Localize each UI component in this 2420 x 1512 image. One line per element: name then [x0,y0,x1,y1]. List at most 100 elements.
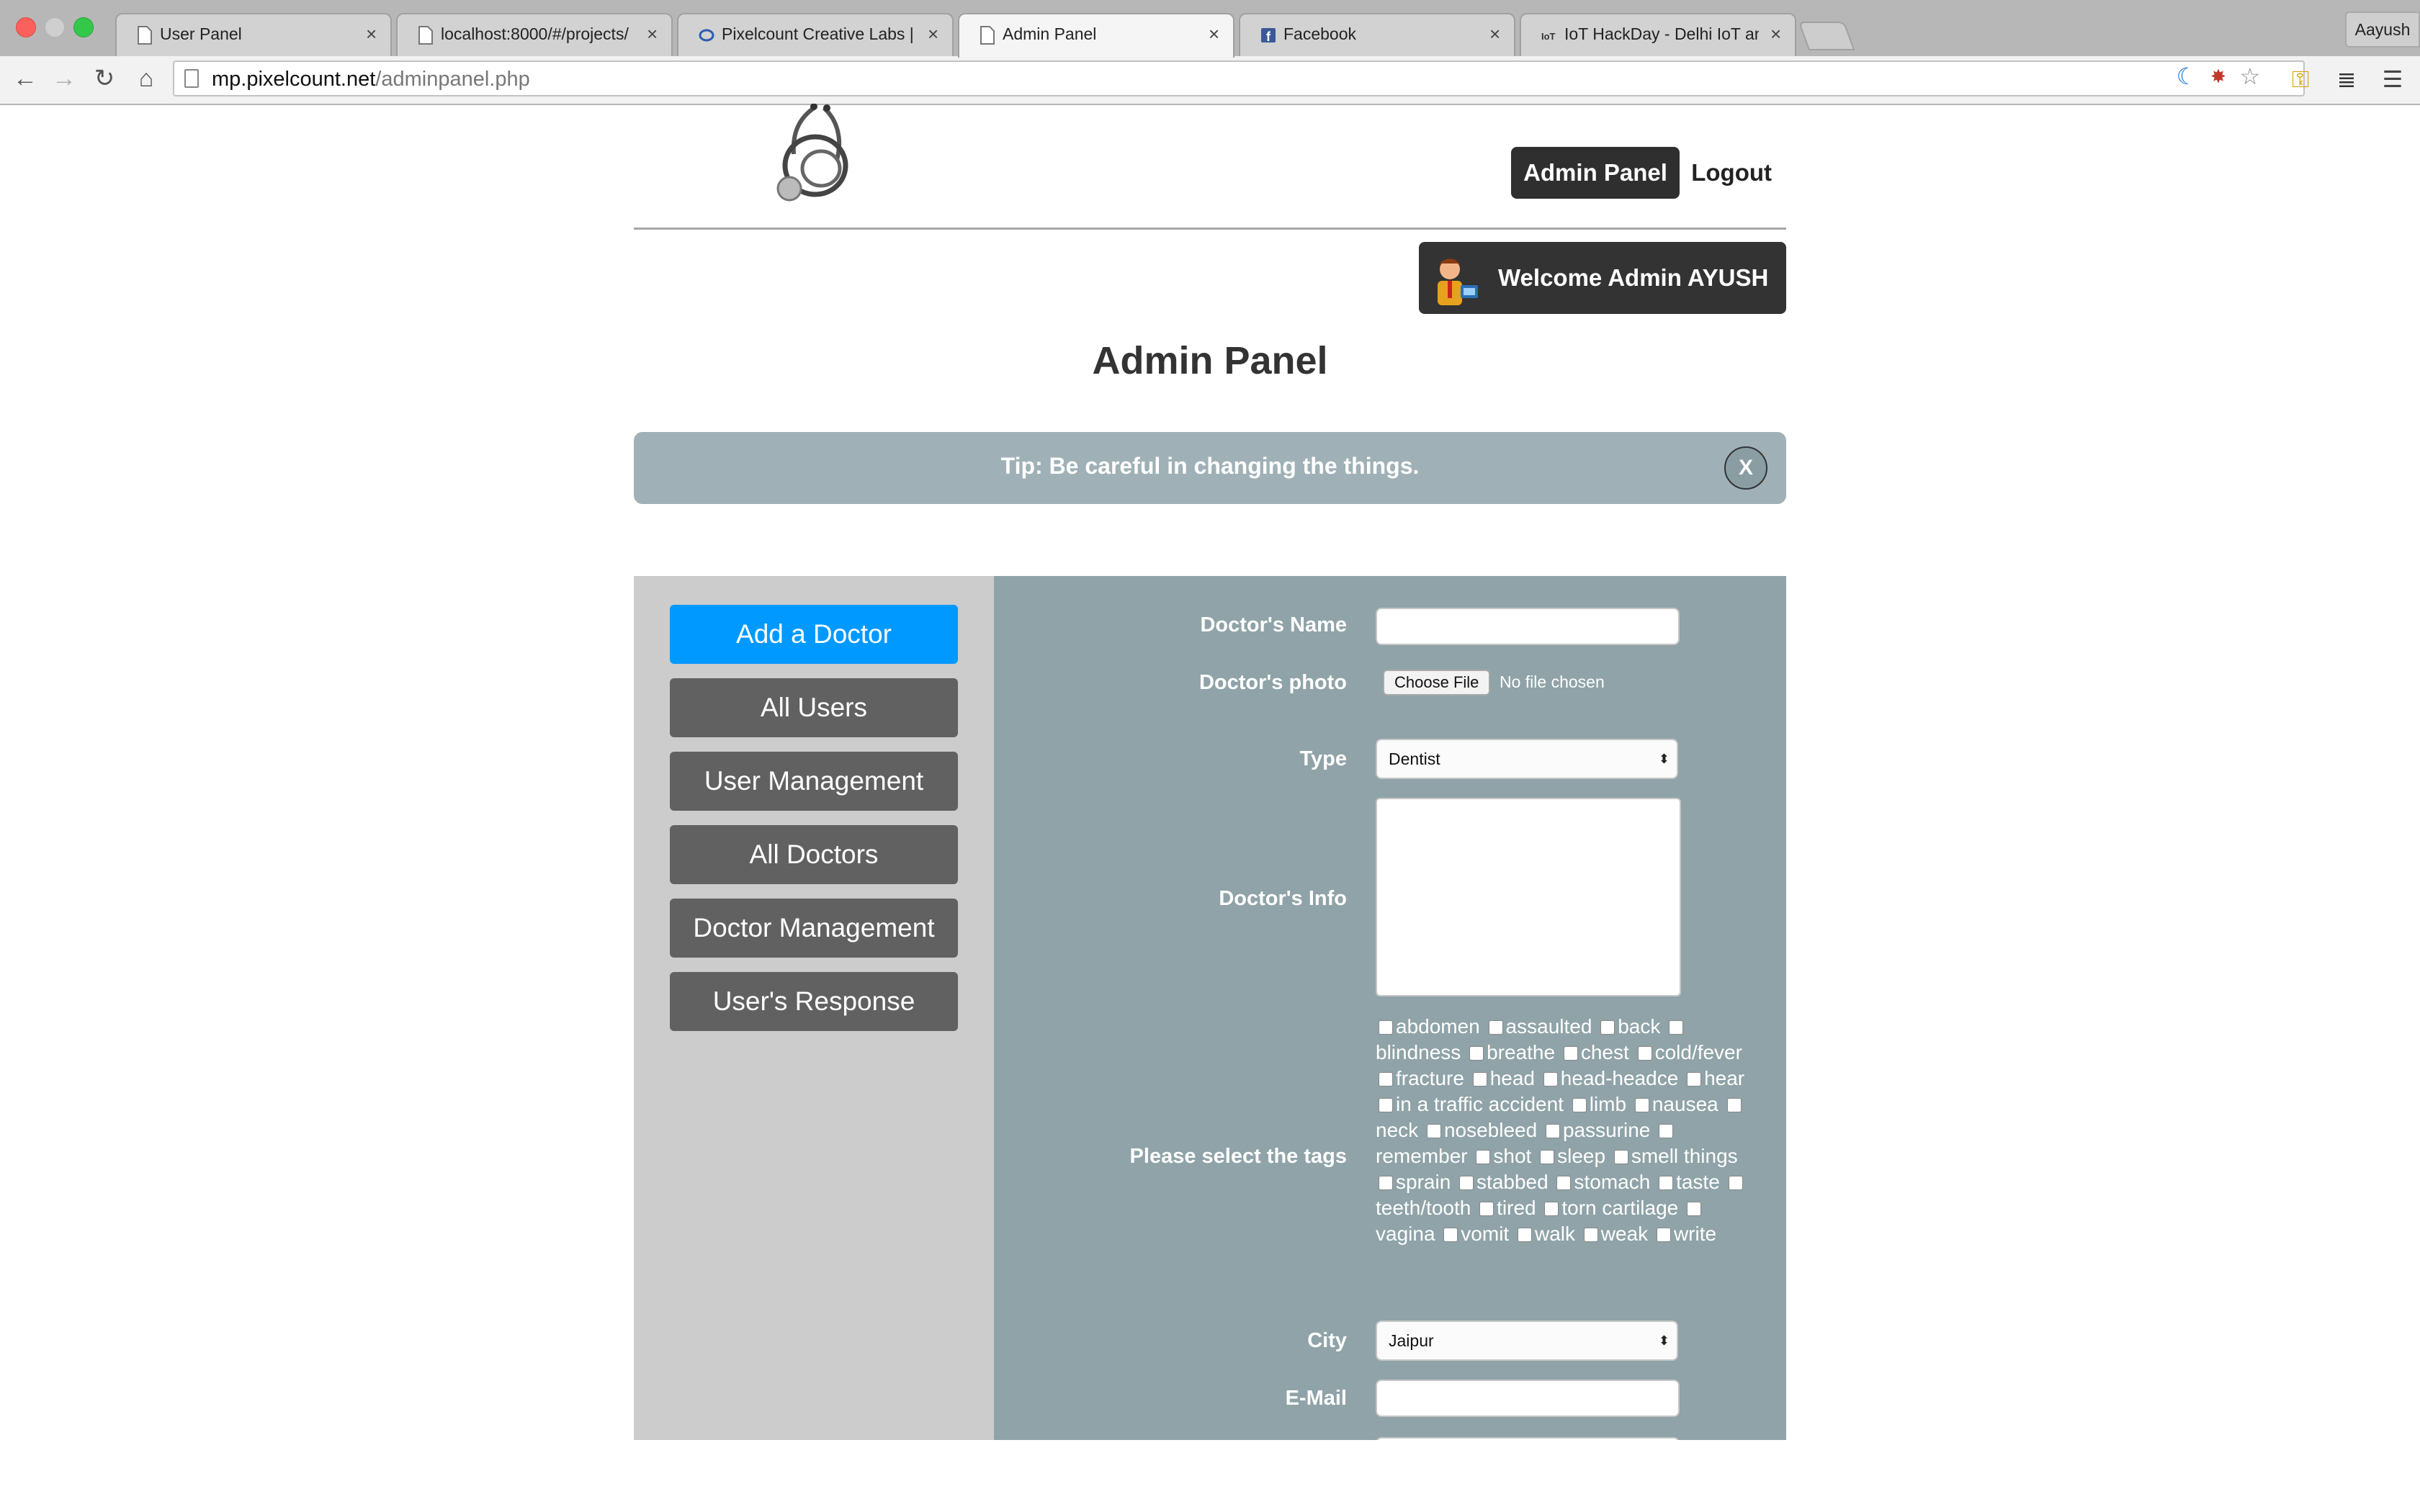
admin-panel-link[interactable]: Admin Panel [1511,147,1680,199]
sidebar-item-add-doctor[interactable]: Add a Doctor [670,605,958,664]
tag-option[interactable]: stomach [1554,1171,1650,1193]
tag-option[interactable]: head [1470,1067,1535,1089]
tag-checkbox[interactable] [1687,1072,1702,1086]
tag-option[interactable]: taste [1656,1171,1720,1193]
tag-option[interactable]: breathe [1466,1041,1555,1063]
menu-icon[interactable]: ☰ [2377,63,2408,95]
extension-key-icon[interactable]: ⚿ [2285,63,2316,95]
home-icon[interactable]: ⌂ [130,62,163,95]
tag-option[interactable]: nosebleed [1424,1119,1537,1141]
tag-checkbox[interactable] [1687,1202,1702,1216]
tag-checkbox[interactable] [1583,1228,1598,1242]
sidebar-item-all-users[interactable]: All Users [670,678,958,737]
tag-option[interactable]: hear [1684,1067,1744,1089]
tab-close-icon[interactable]: × [1770,23,1781,45]
tag-option[interactable]: passurine [1543,1119,1650,1141]
tag-checkbox[interactable] [1613,1150,1628,1164]
profile-button[interactable]: Aayush [2345,12,2420,48]
tag-option[interactable]: cold/fever [1635,1041,1742,1063]
sidebar-item-user-management[interactable]: User Management [670,752,958,811]
tag-checkbox[interactable] [1379,1072,1393,1086]
doctor-name-input[interactable] [1376,608,1680,645]
tag-checkbox[interactable] [1556,1176,1572,1190]
reload-icon[interactable]: ↻ [88,62,121,95]
tag-option[interactable]: vomit [1440,1223,1509,1245]
tag-checkbox[interactable] [1472,1072,1487,1086]
tag-checkbox[interactable] [1563,1046,1578,1061]
tag-checkbox[interactable] [1459,1176,1474,1190]
tag-checkbox[interactable] [1379,1176,1393,1190]
tag-checkbox[interactable] [1600,1020,1615,1035]
tag-option[interactable]: stabbed [1456,1171,1549,1193]
tag-option[interactable]: smell things [1611,1145,1738,1167]
tag-option[interactable]: sprain [1376,1171,1451,1193]
tag-option[interactable]: nausea [1632,1093,1718,1115]
tab-close-icon[interactable]: × [1489,23,1500,45]
city-select[interactable]: Jaipur ⬍ [1376,1320,1678,1361]
tag-checkbox[interactable] [1476,1150,1491,1164]
address-bar[interactable]: mp.pixelcount.net/adminpanel.php ☆ ✸ ☾ [173,60,2305,96]
tag-checkbox[interactable] [1488,1020,1503,1035]
tag-checkbox[interactable] [1728,1176,1743,1190]
tag-checkbox[interactable] [1543,1072,1558,1086]
tab-close-icon[interactable]: × [1209,23,1219,45]
next-field-input[interactable] [1376,1437,1680,1440]
tag-option[interactable]: sleep [1537,1145,1605,1167]
tag-checkbox[interactable] [1443,1228,1458,1242]
tag-checkbox[interactable] [1669,1020,1684,1035]
tag-checkbox[interactable] [1479,1202,1494,1216]
tag-option[interactable]: write [1654,1223,1716,1245]
tag-checkbox[interactable] [1379,1020,1393,1035]
tab-localhost[interactable]: localhost:8000/#/projects/ × [396,13,673,56]
tag-checkbox[interactable] [1634,1098,1649,1112]
extension-moon-icon[interactable]: ☾ [2171,60,2202,92]
tab-close-icon[interactable]: × [647,23,658,45]
tab-iot-hackday[interactable]: IoT IoT HackDay - Delhi IoT and × [1520,13,1796,56]
tag-option[interactable]: head-headce [1541,1067,1678,1089]
type-select[interactable]: Dentist ⬍ [1376,739,1678,779]
tag-option[interactable]: tired [1476,1197,1536,1219]
tag-option[interactable]: chest [1561,1041,1629,1063]
logout-link[interactable]: Logout [1691,147,1772,199]
sidebar-item-doctor-management[interactable]: Doctor Management [670,899,958,958]
tab-user-panel[interactable]: User Panel × [115,13,392,56]
tab-close-icon[interactable]: × [366,23,377,45]
star-icon[interactable]: ☆ [2234,60,2266,92]
sidebar-item-all-doctors[interactable]: All Doctors [670,825,958,884]
tag-checkbox[interactable] [1517,1228,1532,1242]
tab-close-icon[interactable]: × [928,23,938,45]
tag-checkbox[interactable] [1656,1228,1671,1242]
tag-option[interactable]: assaulted [1486,1015,1592,1038]
tag-checkbox[interactable] [1659,1124,1674,1138]
tag-checkbox[interactable] [1637,1046,1652,1061]
tag-option[interactable]: back [1597,1015,1660,1038]
minimize-window-button[interactable] [45,17,65,37]
new-tab-button[interactable] [1798,22,1855,50]
tag-checkbox[interactable] [1572,1098,1587,1112]
choose-file-button[interactable]: Choose File [1383,670,1491,696]
extension-tree-icon[interactable]: ≣ [2331,63,2362,95]
sidebar-item-users-response[interactable]: User's Response [670,972,958,1031]
tag-checkbox[interactable] [1426,1124,1441,1138]
tag-checkbox[interactable] [1659,1176,1674,1190]
tag-checkbox[interactable] [1469,1046,1484,1061]
tag-option[interactable]: torn cartilage [1541,1197,1678,1219]
tag-option[interactable]: in a traffic accident [1376,1093,1564,1115]
maximize-window-button[interactable] [73,17,94,37]
extension-ladybug-icon[interactable]: ✸ [2202,60,2234,92]
tag-checkbox[interactable] [1379,1098,1393,1112]
forward-arrow-icon[interactable]: → [48,62,81,95]
tag-checkbox[interactable] [1545,1124,1560,1138]
close-tip-button[interactable]: X [1724,446,1767,490]
close-window-button[interactable] [16,17,36,37]
tag-checkbox[interactable] [1544,1202,1559,1216]
tag-option[interactable]: limb [1569,1093,1626,1115]
tab-facebook[interactable]: f Facebook × [1239,13,1515,56]
back-arrow-icon[interactable]: ← [9,62,42,95]
tag-option[interactable]: walk [1515,1223,1575,1245]
tag-option[interactable]: weak [1581,1223,1648,1245]
tab-pixelcount[interactable]: Pixelcount Creative Labs | W × [677,13,954,56]
doctor-info-textarea[interactable] [1376,798,1681,996]
tag-checkbox[interactable] [1726,1098,1742,1112]
tag-option[interactable]: fracture [1376,1067,1464,1089]
